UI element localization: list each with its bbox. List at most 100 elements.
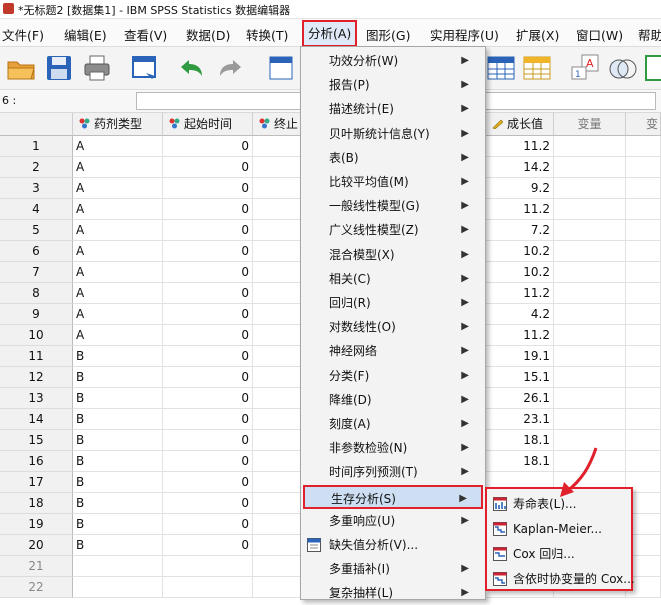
menu-item-15[interactable]: 降维(D) ▶ — [303, 388, 483, 412]
menu-item-22[interactable]: 多重插补(I) ▶ — [303, 557, 483, 581]
cell-end[interactable] — [253, 493, 303, 514]
menu-item-13[interactable]: 神经网络 ▶ — [303, 339, 483, 363]
menu-item-10[interactable]: 相关(C) ▶ — [303, 267, 483, 291]
cell-empty[interactable] — [554, 346, 626, 367]
cell-drug-type[interactable] — [73, 556, 163, 577]
cell-start-time[interactable]: 0 — [163, 136, 253, 157]
cell-end[interactable] — [253, 409, 303, 430]
cell-growth[interactable]: 19.1 — [486, 346, 554, 367]
cell-end[interactable] — [253, 262, 303, 283]
cell-start-time[interactable]: 0 — [163, 283, 253, 304]
cell-end[interactable] — [253, 451, 303, 472]
cell-empty[interactable] — [626, 346, 661, 367]
cell-empty[interactable] — [554, 178, 626, 199]
cell-drug-type[interactable]: B — [73, 493, 163, 514]
menu-item-14[interactable]: 分类(F) ▶ — [303, 364, 483, 388]
undo-icon[interactable] — [176, 53, 206, 83]
cell-drug-type[interactable]: A — [73, 304, 163, 325]
menu-item-19[interactable]: 生存分析(S) ▶ — [303, 484, 483, 509]
cell-start-time[interactable]: 0 — [163, 409, 253, 430]
menu-item-life-tables[interactable]: 寿命表(L)... — [489, 492, 631, 516]
cell-empty[interactable] — [626, 136, 661, 157]
menu-item-cox-regression[interactable]: Cox 回归... — [489, 542, 631, 566]
print-icon[interactable] — [82, 53, 112, 83]
row-header[interactable]: 18 — [0, 493, 73, 514]
cell-drug-type[interactable]: B — [73, 367, 163, 388]
cell-empty[interactable] — [554, 367, 626, 388]
cell-empty[interactable] — [554, 409, 626, 430]
cell-empty[interactable] — [626, 199, 661, 220]
cell-end[interactable] — [253, 346, 303, 367]
cell-empty[interactable] — [626, 241, 661, 262]
cell-start-time[interactable]: 0 — [163, 493, 253, 514]
row-header[interactable]: 5 — [0, 220, 73, 241]
cell-empty[interactable] — [626, 388, 661, 409]
column-header-drug-type[interactable]: 药剂类型 — [73, 113, 163, 136]
row-header[interactable]: 3 — [0, 178, 73, 199]
cell-end[interactable] — [253, 178, 303, 199]
cell-empty[interactable] — [626, 430, 661, 451]
cell-empty[interactable] — [626, 220, 661, 241]
cell-drug-type[interactable] — [73, 577, 163, 598]
menu-item-20[interactable]: 多重响应(U) ▶ — [303, 509, 483, 533]
menu-item-12[interactable]: 对数线性(O) ▶ — [303, 315, 483, 339]
menu-item-16[interactable]: 刻度(A) ▶ — [303, 412, 483, 436]
cell-end[interactable] — [253, 577, 303, 598]
cell-drug-type[interactable]: B — [73, 346, 163, 367]
cell-empty[interactable] — [626, 409, 661, 430]
menu-item-21[interactable]: 缺失值分析(V)... — [303, 533, 483, 557]
menu-data[interactable]: 数据(D) — [186, 25, 230, 44]
cell-empty[interactable] — [626, 325, 661, 346]
cell-drug-type[interactable]: B — [73, 409, 163, 430]
cell-start-time[interactable]: 0 — [163, 451, 253, 472]
row-header[interactable]: 7 — [0, 262, 73, 283]
cell-start-time[interactable]: 0 — [163, 388, 253, 409]
column-header-end[interactable]: 终止 — [253, 113, 303, 136]
cell-growth[interactable]: 10.2 — [486, 262, 554, 283]
cell-empty[interactable] — [554, 388, 626, 409]
row-header[interactable]: 8 — [0, 283, 73, 304]
cell-drug-type[interactable]: A — [73, 178, 163, 199]
row-header[interactable]: 1 — [0, 136, 73, 157]
cell-empty[interactable] — [554, 325, 626, 346]
cell-growth[interactable]: 26.1 — [486, 388, 554, 409]
cell-growth[interactable]: 10.2 — [486, 241, 554, 262]
cell-start-time[interactable]: 0 — [163, 241, 253, 262]
row-header[interactable]: 14 — [0, 409, 73, 430]
cell-end[interactable] — [253, 136, 303, 157]
cell-growth[interactable]: 11.2 — [486, 136, 554, 157]
cell-end[interactable] — [253, 157, 303, 178]
row-header[interactable]: 21 — [0, 556, 73, 577]
cell-start-time[interactable]: 0 — [163, 157, 253, 178]
cell-empty[interactable] — [626, 262, 661, 283]
menu-help[interactable]: 帮助 — [638, 25, 661, 44]
cell-drug-type[interactable]: B — [73, 535, 163, 556]
row-header[interactable]: 16 — [0, 451, 73, 472]
cell-empty[interactable] — [626, 304, 661, 325]
cell-growth[interactable]: 23.1 — [486, 409, 554, 430]
cell-empty[interactable] — [554, 241, 626, 262]
row-header[interactable]: 22 — [0, 577, 73, 598]
cell-drug-type[interactable]: A — [73, 199, 163, 220]
cell-drug-type[interactable]: A — [73, 220, 163, 241]
cell-empty[interactable] — [554, 199, 626, 220]
cell-drug-type[interactable]: B — [73, 430, 163, 451]
cell-end[interactable] — [253, 199, 303, 220]
value-labels-icon[interactable]: A 1 — [570, 53, 600, 83]
redo-icon[interactable] — [216, 53, 246, 83]
cell-end[interactable] — [253, 283, 303, 304]
cell-empty[interactable] — [554, 451, 626, 472]
cell-end[interactable] — [253, 388, 303, 409]
cell-drug-type[interactable]: A — [73, 283, 163, 304]
cell-end[interactable] — [253, 367, 303, 388]
menu-transform[interactable]: 转换(T) — [246, 25, 288, 44]
cell-start-time[interactable] — [163, 577, 253, 598]
cell-growth[interactable]: 11.2 — [486, 325, 554, 346]
menu-item-7[interactable]: 一般线性模型(G) ▶ — [303, 194, 483, 218]
row-header[interactable]: 2 — [0, 157, 73, 178]
cell-end[interactable] — [253, 430, 303, 451]
cell-end[interactable] — [253, 325, 303, 346]
row-header[interactable]: 12 — [0, 367, 73, 388]
cell-drug-type[interactable]: B — [73, 472, 163, 493]
menu-item-kaplan-meier[interactable]: Kaplan-Meier... — [489, 517, 631, 541]
